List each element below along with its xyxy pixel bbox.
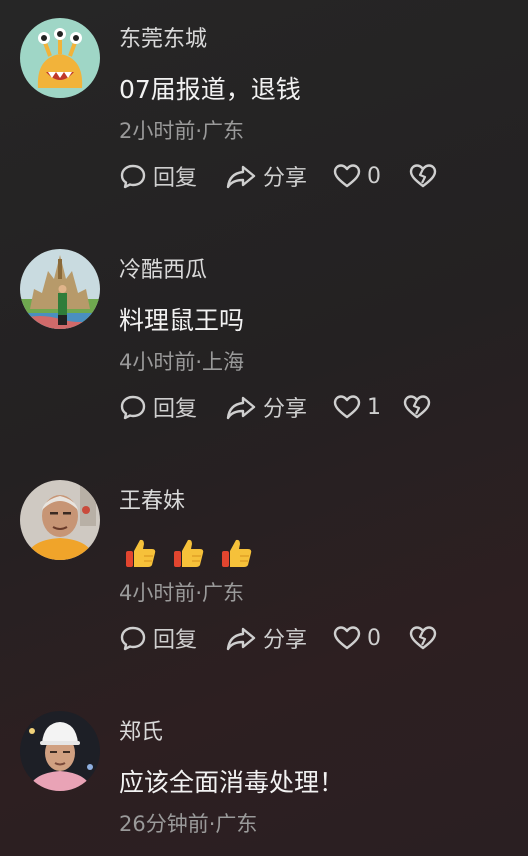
- thumbs-up-icon: [172, 536, 206, 570]
- share-icon: [226, 627, 256, 651]
- thumbs-up-icon: [220, 536, 254, 570]
- comment-text: 应该全面消毒处理！: [119, 768, 345, 797]
- user-avatar[interactable]: [20, 249, 100, 329]
- comment-item: 郑氏 应该全面消毒处理！ 26分钟前·广东: [0, 693, 528, 856]
- reply-icon: [120, 395, 146, 420]
- monster-avatar-icon: [20, 18, 100, 98]
- heart-icon: [333, 626, 361, 650]
- user-avatar[interactable]: [20, 711, 100, 791]
- comment-actions: 回复 分享 1: [119, 389, 443, 425]
- share-icon: [226, 165, 256, 189]
- user-avatar[interactable]: [20, 18, 100, 98]
- broken-heart-icon: [403, 395, 431, 419]
- like-count: 0: [367, 625, 381, 651]
- elderly-man-photo-icon: [20, 480, 100, 560]
- share-button[interactable]: 分享: [225, 622, 333, 654]
- comment-item: 冷酷西瓜 料理鼠王吗 4小时前·上海 回复 分享 1: [0, 231, 528, 462]
- castle-painting-icon: [20, 249, 100, 329]
- comment-item: 东莞东城 07届报道，退钱 2小时前·广东 回复 分享 0: [0, 0, 528, 231]
- comment-meta: 4小时前·上海: [119, 350, 245, 374]
- comment-actions: 回复 分享 0: [119, 620, 449, 656]
- like-button[interactable]: 1: [333, 394, 403, 420]
- dislike-button[interactable]: [403, 394, 443, 420]
- comment-meta: 26分钟前·广东: [119, 812, 258, 836]
- share-button[interactable]: 分享: [225, 391, 333, 423]
- comment-text: 料理鼠王吗: [119, 306, 245, 335]
- reply-label: 回复: [153, 166, 198, 191]
- comment-meta: 2小时前·广东: [119, 119, 245, 143]
- dislike-button[interactable]: [409, 625, 449, 651]
- share-label: 分享: [263, 397, 308, 422]
- username[interactable]: 郑氏: [119, 717, 163, 749]
- share-label: 分享: [263, 628, 308, 653]
- hardhat-man-photo-icon: [20, 711, 100, 791]
- username[interactable]: 王春妹: [119, 486, 185, 518]
- reply-button[interactable]: 回复: [119, 622, 225, 654]
- like-count: 0: [367, 163, 381, 189]
- like-button[interactable]: 0: [333, 625, 409, 651]
- heart-icon: [333, 164, 361, 188]
- broken-heart-icon: [409, 626, 437, 650]
- comment-text: [124, 536, 254, 570]
- thumbs-up-icon: [124, 536, 158, 570]
- reply-label: 回复: [153, 628, 198, 653]
- reply-button[interactable]: 回复: [119, 160, 225, 192]
- username[interactable]: 东莞东城: [119, 24, 207, 56]
- share-label: 分享: [263, 166, 308, 191]
- username[interactable]: 冷酷西瓜: [119, 255, 207, 287]
- broken-heart-icon: [409, 164, 437, 188]
- comment-text: 07届报道，退钱: [119, 75, 301, 104]
- comment-meta: 4小时前·广东: [119, 581, 245, 605]
- reply-icon: [120, 626, 146, 651]
- reply-icon: [120, 164, 146, 189]
- dislike-button[interactable]: [409, 163, 449, 189]
- like-button[interactable]: 0: [333, 163, 409, 189]
- comment-actions: 回复 分享 0: [119, 158, 449, 194]
- user-avatar[interactable]: [20, 480, 100, 560]
- share-icon: [226, 396, 256, 420]
- comment-item: 王春妹 4小时前·广东 回复 分享 0: [0, 462, 528, 693]
- heart-icon: [333, 395, 361, 419]
- like-count: 1: [367, 394, 381, 420]
- share-button[interactable]: 分享: [225, 160, 333, 192]
- reply-button[interactable]: 回复: [119, 391, 225, 423]
- reply-label: 回复: [153, 397, 198, 422]
